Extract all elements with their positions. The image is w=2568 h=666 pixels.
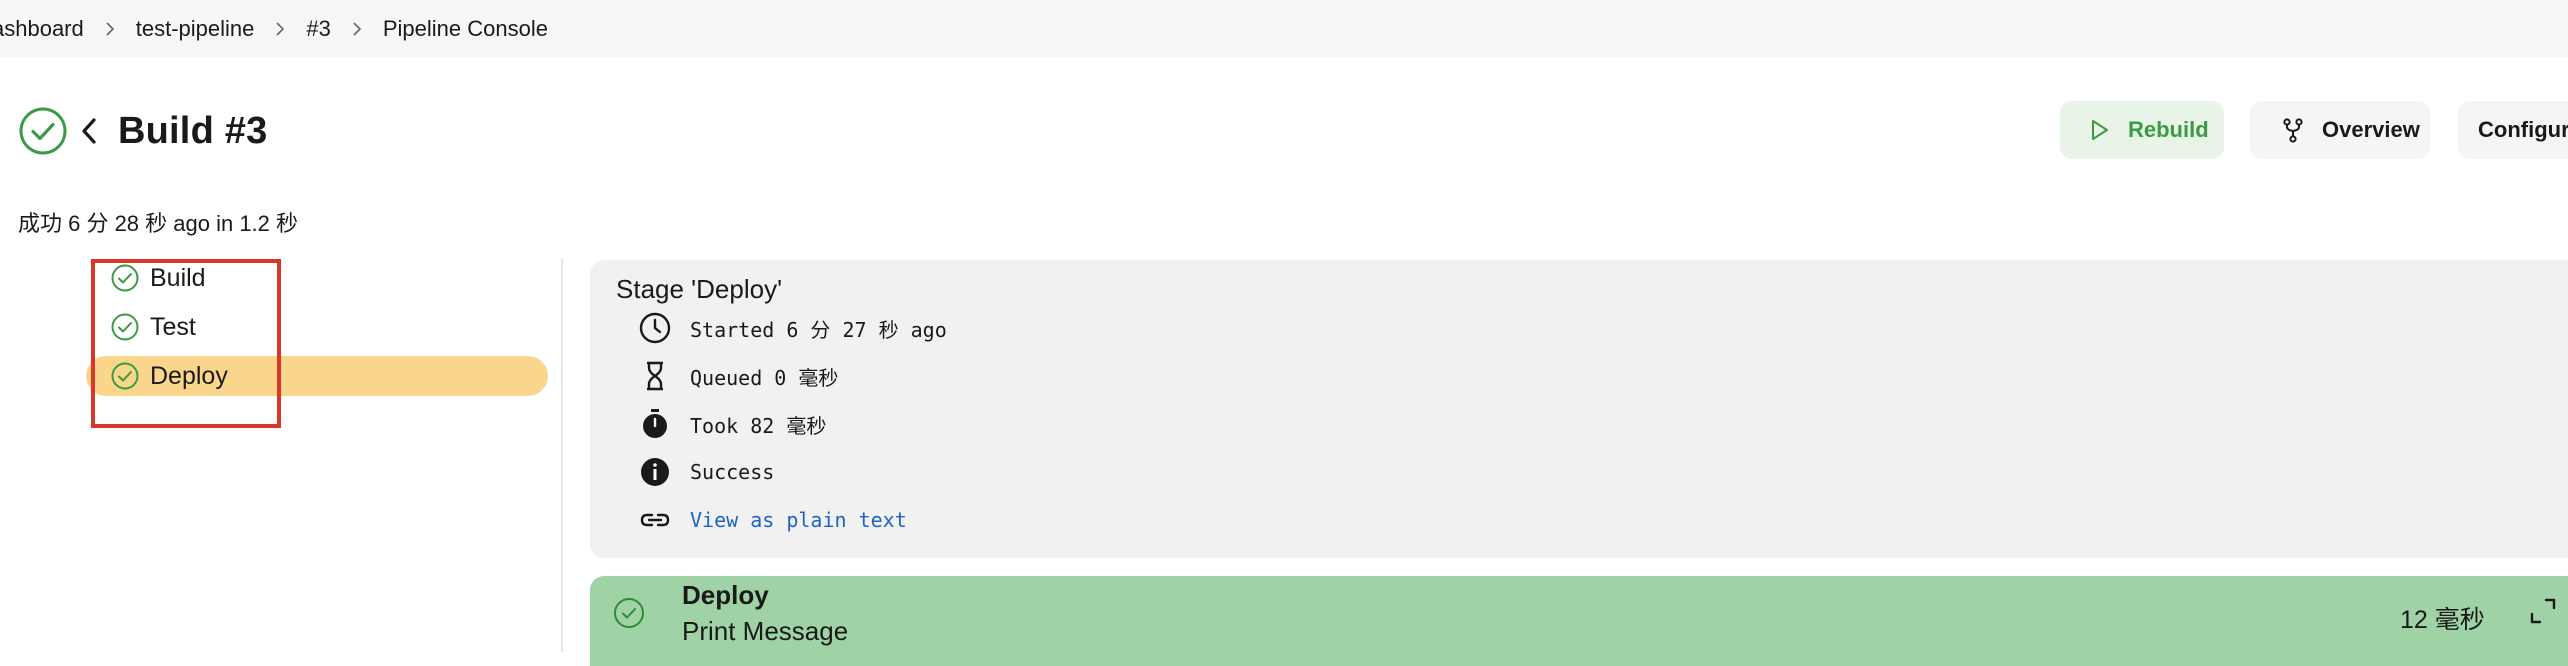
chevron-right-icon xyxy=(90,21,130,37)
panel-divider xyxy=(561,258,563,652)
stage-list: Build Test Deploy xyxy=(86,258,548,405)
stage-label: Deploy xyxy=(150,361,228,390)
breadcrumb: ashboard test-pipeline #3 Pipeline Conso… xyxy=(0,0,554,57)
detail-started: Started 6 分 27 秒 ago xyxy=(638,310,947,346)
step-duration: 12 毫秒 xyxy=(2400,606,2485,634)
detail-plain-text: View as plain text xyxy=(638,502,907,538)
breadcrumb-dashboard[interactable]: ashboard xyxy=(0,16,90,42)
info-icon xyxy=(641,458,669,486)
queued-text: Queued 0 毫秒 xyxy=(690,365,839,390)
check-circle-icon xyxy=(111,313,139,341)
chevron-right-icon xyxy=(337,21,377,37)
page-title: Build #3 xyxy=(118,109,268,152)
overview-button[interactable]: Overview xyxy=(2250,101,2430,159)
build-summary: 成功 6 分 28 秒 ago in 1.2 秒 xyxy=(18,211,299,236)
stopwatch-icon xyxy=(643,409,667,438)
step-row-deploy[interactable]: Deploy Print Message 12 毫秒 xyxy=(590,576,2568,666)
expand-icon[interactable] xyxy=(2528,596,2558,631)
detail-status: Success xyxy=(638,454,774,490)
breadcrumb-pipeline[interactable]: test-pipeline xyxy=(130,16,261,42)
branch-icon xyxy=(2283,118,2303,143)
step-description: Print Message xyxy=(682,616,849,646)
detail-queued: Queued 0 毫秒 xyxy=(638,358,838,394)
play-icon xyxy=(2092,120,2108,140)
breadcrumb-bar: ashboard test-pipeline #3 Pipeline Conso… xyxy=(0,0,2568,57)
detail-took: Took 82 毫秒 xyxy=(638,406,826,442)
chevron-left-icon[interactable] xyxy=(78,116,104,146)
took-text: Took 82 毫秒 xyxy=(690,413,827,438)
stage-item-test[interactable]: Test xyxy=(86,307,548,347)
step-name: Deploy xyxy=(682,580,769,610)
check-circle-icon xyxy=(18,106,68,156)
stage-details-title: Stage 'Deploy' xyxy=(616,274,783,304)
stage-details-panel: Stage 'Deploy' Started 6 分 27 秒 ago Queu… xyxy=(590,260,2568,558)
status-text: Success xyxy=(690,460,775,484)
stage-item-build[interactable]: Build xyxy=(86,258,548,298)
check-circle-icon xyxy=(612,596,646,635)
view-plain-text-link[interactable]: View as plain text xyxy=(690,508,907,532)
breadcrumb-build[interactable]: #3 xyxy=(300,16,336,42)
check-circle-icon xyxy=(111,362,139,390)
breadcrumb-pipeline-console[interactable]: Pipeline Console xyxy=(377,16,554,42)
stage-item-deploy[interactable]: Deploy xyxy=(86,356,548,396)
configure-button[interactable]: Configure xyxy=(2458,101,2568,159)
chevron-right-icon xyxy=(260,21,300,37)
hourglass-icon xyxy=(647,361,663,391)
build-header: Build #3 xyxy=(18,104,267,158)
stage-label: Build xyxy=(150,263,206,292)
rebuild-label: Rebuild xyxy=(2128,117,2209,142)
stage-label: Test xyxy=(150,312,196,341)
overview-label: Overview xyxy=(2322,117,2420,142)
configure-label: Configure xyxy=(2478,117,2568,142)
started-text: Started 6 分 27 秒 ago xyxy=(690,317,947,342)
rebuild-button[interactable]: Rebuild xyxy=(2060,101,2224,159)
clock-icon xyxy=(639,312,671,344)
link-icon xyxy=(640,513,670,527)
check-circle-icon xyxy=(111,264,139,292)
